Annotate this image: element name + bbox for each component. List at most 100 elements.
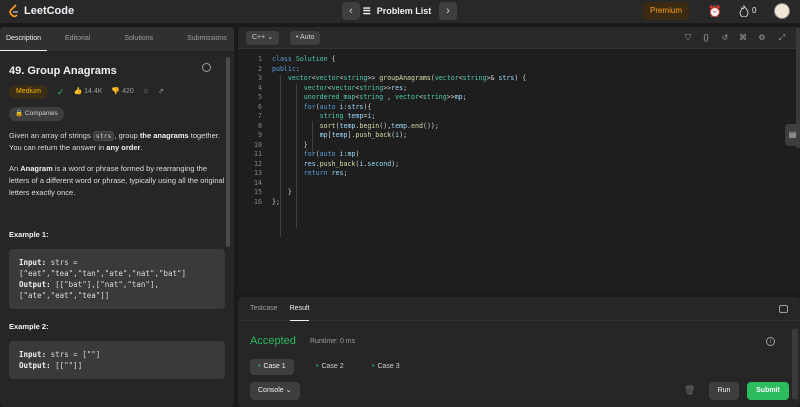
- description-scrollbar[interactable]: [226, 57, 230, 247]
- companies-label: Companies: [24, 110, 58, 117]
- code-area[interactable]: 1 class Solution { 2 public: 3 vector<vect…: [238, 55, 526, 207]
- lock-icon: 🔒: [15, 110, 24, 117]
- console-button[interactable]: Console ⌄: [250, 382, 300, 400]
- line-number: 1: [258, 55, 262, 63]
- desc-bold: Anagram: [20, 164, 53, 173]
- desc-text: , group: [114, 131, 140, 140]
- leetcode-logo[interactable]: LeetCode: [8, 4, 74, 18]
- tab-submissions[interactable]: Submissions: [181, 27, 233, 51]
- line-number: 12: [254, 159, 262, 168]
- desc-bold: any order: [106, 143, 141, 152]
- run-button[interactable]: Run: [709, 382, 739, 400]
- tab-testcase[interactable]: Testcase: [250, 297, 278, 321]
- tab-editorial[interactable]: Editorial: [59, 27, 96, 51]
- example-2-title: Example 2:: [9, 322, 49, 331]
- timer-icon[interactable]: [202, 63, 211, 72]
- braces-icon[interactable]: {}: [700, 32, 712, 44]
- result-scrollbar[interactable]: [792, 329, 798, 399]
- streak-count: 0: [752, 6, 757, 15]
- share-icon[interactable]: ⇗: [158, 86, 164, 98]
- document-icon: ▤: [788, 130, 797, 139]
- language-label: C++: [252, 34, 266, 41]
- problem-list-button[interactable]: ☰ Problem List: [360, 2, 434, 20]
- runtime-text: Runtime: 0 ms: [310, 338, 356, 345]
- brand-name: LeetCode: [24, 5, 75, 17]
- desc-text: An: [9, 164, 21, 173]
- top-bar: LeetCode ‹ ☰ Problem List › Premium ⏰ 0: [0, 0, 800, 24]
- line-number: 11: [254, 150, 262, 158]
- submit-button[interactable]: Submit: [747, 382, 789, 400]
- case-2-tab[interactable]: • Case 2: [308, 359, 352, 375]
- settings-gear-icon[interactable]: ⚙: [756, 32, 768, 44]
- line-number: 14: [254, 178, 262, 187]
- line-number: 9: [258, 131, 262, 139]
- thumbs-up-icon: 👍: [73, 88, 83, 95]
- leetcode-logo-icon: [9, 4, 18, 18]
- chevron-down-icon: ⌄: [285, 387, 292, 394]
- editor-toolbar: C++ ⌄ • Auto ⛉ {} ↺ ⌘ ⚙ ⤢: [238, 27, 800, 49]
- description-paragraph-1: Given an array of strings strs, group th…: [9, 130, 225, 154]
- example-2-box: Input: strs = [""] Output: [[""]]: [9, 341, 225, 379]
- line-number: 7: [258, 112, 262, 120]
- line-number: 13: [254, 169, 262, 177]
- dislikes-count: 420: [122, 88, 134, 95]
- problem-content: 49. Group Anagrams Medium ✓ 👍 14.4K 👎 42…: [0, 51, 234, 389]
- command-icon[interactable]: ⌘: [737, 32, 749, 44]
- avatar[interactable]: [774, 3, 790, 19]
- alarm-clock-icon[interactable]: ⏰: [708, 5, 722, 19]
- premium-button[interactable]: Premium: [643, 2, 689, 20]
- console-tabs: Testcase Result: [238, 297, 800, 321]
- fire-icon: [739, 4, 749, 18]
- case-label: Case 2: [321, 363, 344, 370]
- expand-icon[interactable]: ⤢: [776, 32, 788, 44]
- list-icon: ☰: [362, 5, 371, 16]
- console-panel: Testcase Result Accepted Runtime: 0 ms i…: [238, 297, 800, 407]
- input-label: Input:: [19, 350, 47, 359]
- info-icon[interactable]: i: [766, 337, 775, 346]
- chevron-left-icon: ‹: [349, 5, 353, 17]
- notes-side-button[interactable]: ▤: [785, 124, 800, 146]
- language-select[interactable]: C++ ⌄: [246, 31, 280, 45]
- case-3-tab[interactable]: • Case 3: [364, 359, 408, 375]
- example-input: strs = [""]: [46, 350, 101, 359]
- description-panel: Description Editorial Solutions Submissi…: [0, 27, 234, 407]
- problem-list-label: Problem List: [376, 6, 432, 16]
- tab-result[interactable]: Result: [289, 297, 310, 321]
- minimize-icon[interactable]: [779, 305, 788, 313]
- problem-meta: Medium ✓ 👍 14.4K 👎 420 ☆ ⇗: [9, 85, 225, 99]
- mode-button[interactable]: • Auto: [290, 31, 321, 45]
- streak-fire-icon[interactable]: [737, 4, 751, 19]
- mode-label: Auto: [300, 34, 315, 41]
- likes-count: 14.4K: [84, 88, 103, 95]
- line-number: 2: [258, 64, 262, 73]
- next-problem-button[interactable]: ›: [439, 2, 457, 20]
- case-1-tab[interactable]: • Case 1: [250, 359, 294, 375]
- desc-text: .: [140, 143, 143, 152]
- chevron-down-icon: ⌄: [267, 34, 274, 41]
- input-label: Input:: [19, 258, 47, 267]
- tab-solutions[interactable]: Solutions: [118, 27, 159, 51]
- output-label: Output:: [19, 280, 51, 289]
- star-icon[interactable]: ☆: [143, 86, 149, 98]
- example-output: [[""]]: [50, 361, 83, 370]
- desc-bold: the anagrams: [139, 131, 189, 140]
- prev-problem-button[interactable]: ‹: [342, 2, 360, 20]
- line-number: 16: [254, 197, 262, 206]
- line-number: 15: [254, 188, 262, 196]
- bookmark-icon[interactable]: ⛉: [682, 32, 694, 44]
- trash-icon[interactable]: 🗑: [684, 385, 695, 396]
- difficulty-badge: Medium: [9, 85, 48, 99]
- chevron-right-icon: ›: [446, 5, 450, 17]
- pass-dot-icon: •: [316, 363, 319, 370]
- example-1-box: Input: strs = ["eat","tea","tan","ate","…: [9, 249, 225, 309]
- line-number: 6: [258, 102, 262, 111]
- inline-code: strs: [92, 131, 115, 141]
- reset-icon[interactable]: ↺: [719, 32, 731, 44]
- example-1-title: Example 1:: [9, 230, 49, 239]
- companies-tag[interactable]: 🔒 Companies: [9, 107, 64, 121]
- result-status: Accepted: [250, 335, 296, 347]
- lock-icon: •: [296, 34, 299, 41]
- tab-description[interactable]: Description: [0, 27, 48, 51]
- like-button[interactable]: 👍 14.4K: [73, 86, 102, 98]
- dislike-button[interactable]: 👎 420: [111, 86, 133, 98]
